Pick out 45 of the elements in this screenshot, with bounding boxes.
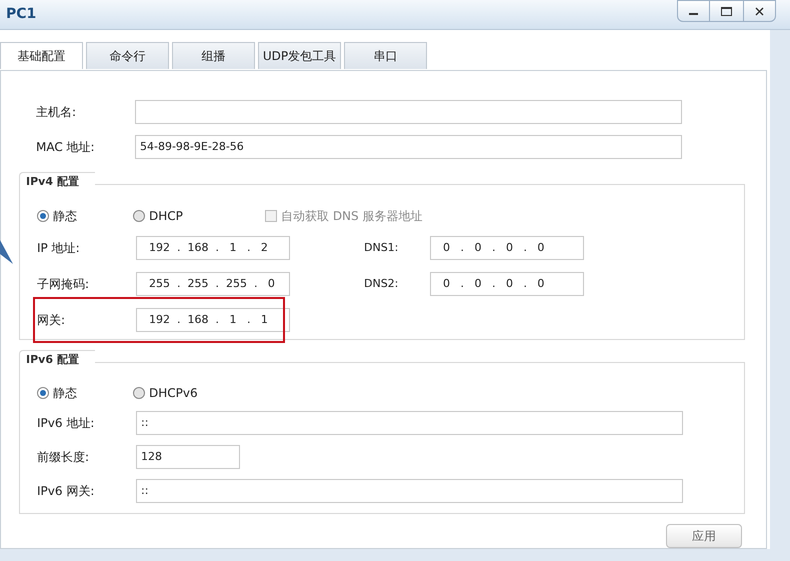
field-label: DNS1: xyxy=(364,240,400,256)
ip-address-field[interactable]: 0 . 0 . 0 . 0 xyxy=(430,236,584,260)
radio-button[interactable] xyxy=(133,210,145,222)
tab[interactable]: 串口 xyxy=(344,42,427,69)
arrow-icon xyxy=(0,240,14,266)
maximize-icon xyxy=(721,6,732,16)
group-title: IPv6 配置 xyxy=(26,352,79,368)
radio-button[interactable] xyxy=(37,387,49,399)
field-label: IPv6 网关: xyxy=(36,483,96,500)
ip-address-field[interactable]: 0 . 0 . 0 . 0 xyxy=(430,272,584,296)
group-title: IPv4 配置 xyxy=(26,174,79,190)
radio-button[interactable] xyxy=(37,210,49,222)
field-label: 网关: xyxy=(36,312,66,329)
radio-button[interactable] xyxy=(133,387,145,399)
field-label: 主机名: xyxy=(35,104,78,121)
tab[interactable]: 组播 xyxy=(172,42,255,69)
radio-label: 静态 xyxy=(53,208,77,225)
close-button[interactable] xyxy=(743,0,776,22)
radio-label: DHCPv6 xyxy=(149,385,198,402)
field-label: IP 地址: xyxy=(36,240,81,257)
radio-label: 静态 xyxy=(53,385,77,402)
ip-address-field[interactable]: 192 . 168 . 1 . 2 xyxy=(136,236,290,260)
field-label: 前缀长度: xyxy=(36,449,90,466)
ip-address-field[interactable]: 192 . 168 . 1 . 1 xyxy=(136,308,290,332)
radio-label: DHCP xyxy=(149,208,183,225)
field-label: 子网掩码: xyxy=(36,276,90,293)
input-field[interactable] xyxy=(135,100,682,124)
close-icon xyxy=(755,6,764,16)
field-label: MAC 地址: xyxy=(35,139,96,156)
input-field[interactable]: :: xyxy=(136,479,683,503)
tab[interactable]: 命令行 xyxy=(86,42,169,69)
field-label: IPv6 地址: xyxy=(36,415,96,432)
tab[interactable]: UDP发包工具 xyxy=(258,42,341,69)
minimize-button[interactable] xyxy=(677,0,710,22)
ip-address-field[interactable]: 255 . 255 . 255 . 0 xyxy=(136,272,290,296)
window-title: PC1 xyxy=(6,5,36,24)
input-field[interactable]: :: xyxy=(136,411,683,435)
field-label: DNS2: xyxy=(364,276,400,292)
maximize-button[interactable] xyxy=(710,0,743,22)
input-field[interactable]: 128 xyxy=(136,445,240,469)
input-field[interactable]: 54-89-98-9E-28-56 xyxy=(135,135,682,159)
minimize-icon xyxy=(689,13,698,15)
apply-button[interactable]: 应用 xyxy=(666,524,742,548)
tab[interactable]: 基础配置 xyxy=(0,42,83,69)
checkbox-label: 自动获取 DNS 服务器地址 xyxy=(281,208,422,225)
